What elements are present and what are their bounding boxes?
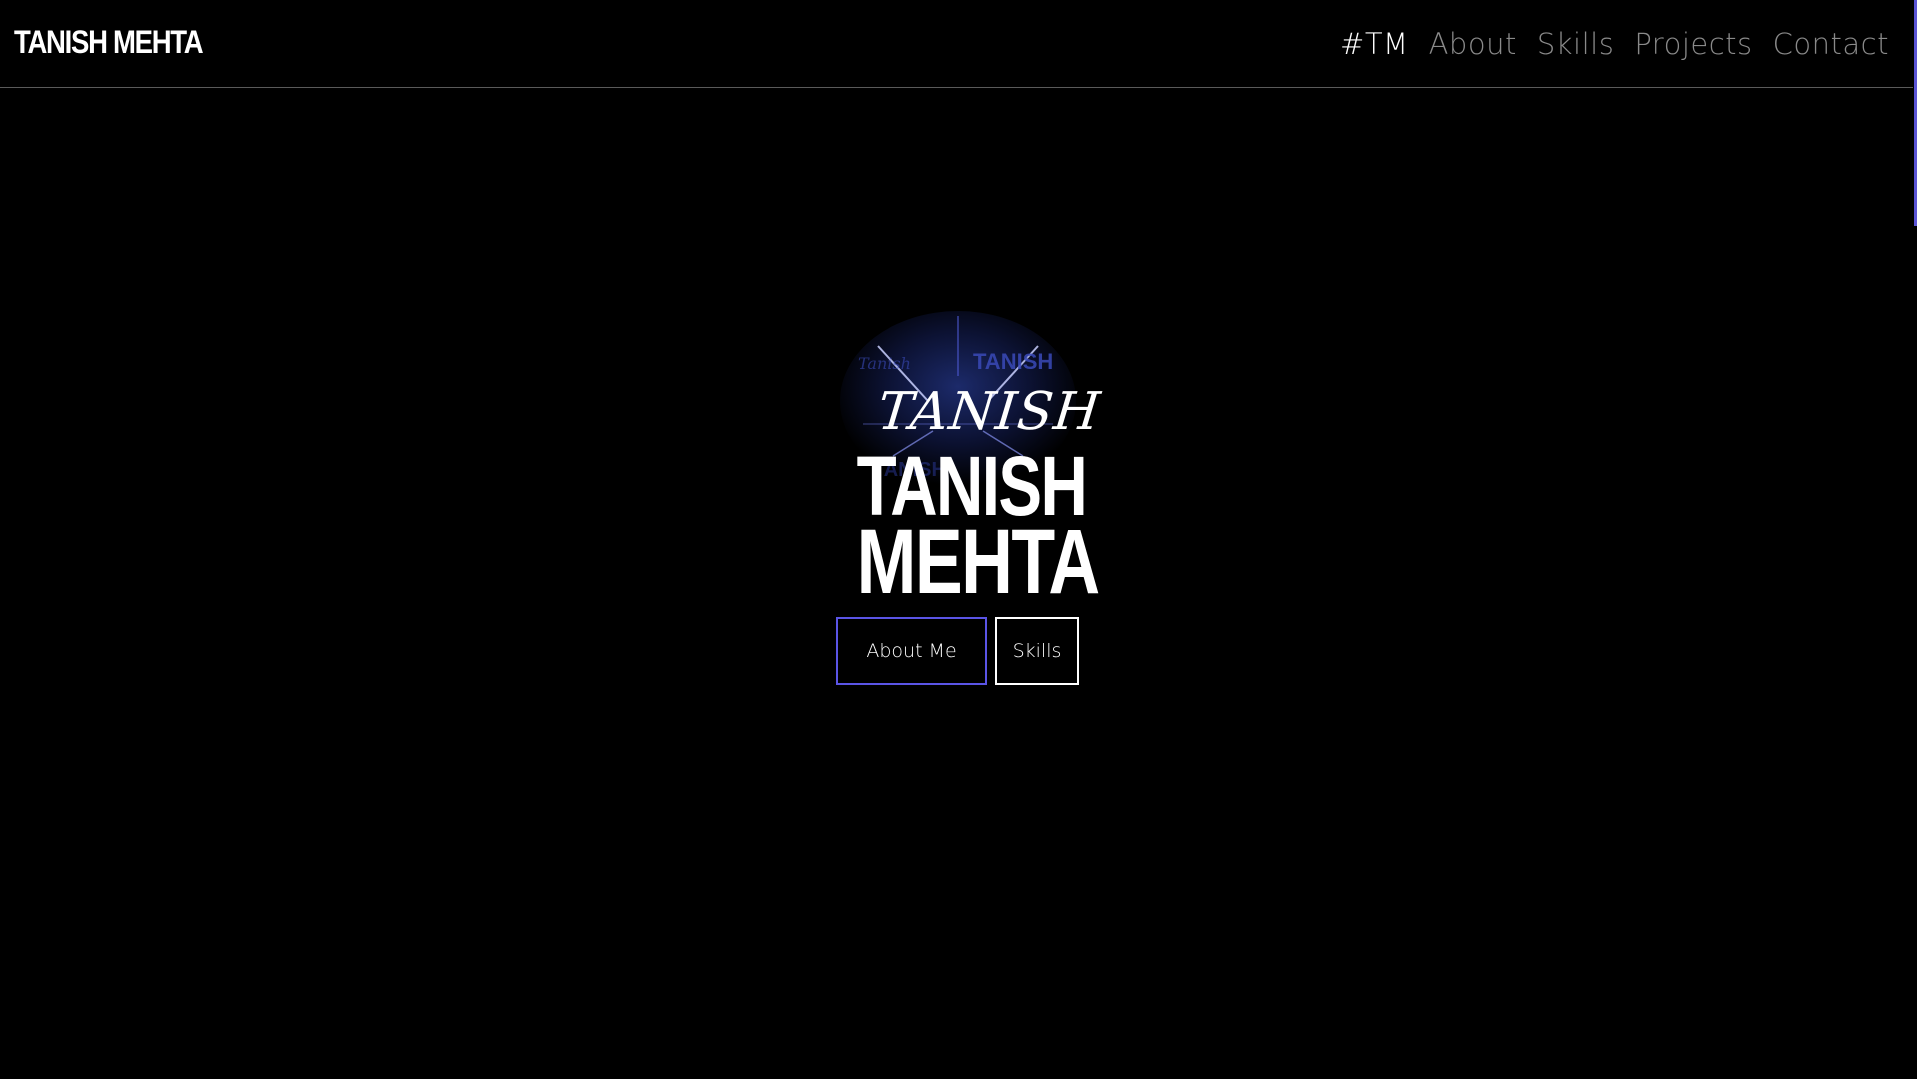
nav-link-projects[interactable]: Projects xyxy=(1634,24,1752,64)
hero-title: TANISH MEHTA xyxy=(828,444,1101,613)
nav-link-tm[interactable]: #TM xyxy=(1340,24,1409,64)
hero-button-group: About Me Skills xyxy=(836,617,1079,685)
hero-title-last-name: MEHTA xyxy=(856,511,1101,613)
nav-link-contact[interactable]: Contact xyxy=(1773,24,1889,64)
nav-link-about[interactable]: About xyxy=(1429,24,1517,64)
main-nav: #TM About Skills Projects Contact xyxy=(1340,24,1889,64)
scrollbar[interactable] xyxy=(1913,0,1917,1079)
about-me-button[interactable]: About Me xyxy=(836,617,987,685)
script-name: TANISH xyxy=(874,382,1104,442)
nav-link-skills[interactable]: Skills xyxy=(1537,24,1614,64)
site-header: TANISH MEHTA #TM About Skills Projects C… xyxy=(0,0,1913,88)
skills-button[interactable]: Skills xyxy=(995,617,1079,685)
brand-logo-text[interactable]: TANISH MEHTA xyxy=(14,22,204,62)
hero-section: TANISH Tanish TANISH TANISH TANISH MEHTA… xyxy=(0,88,1913,1079)
page: TANISH MEHTA #TM About Skills Projects C… xyxy=(0,0,1917,1079)
svg-text:Tanish: Tanish xyxy=(858,354,911,373)
svg-text:TANISH: TANISH xyxy=(973,349,1053,374)
